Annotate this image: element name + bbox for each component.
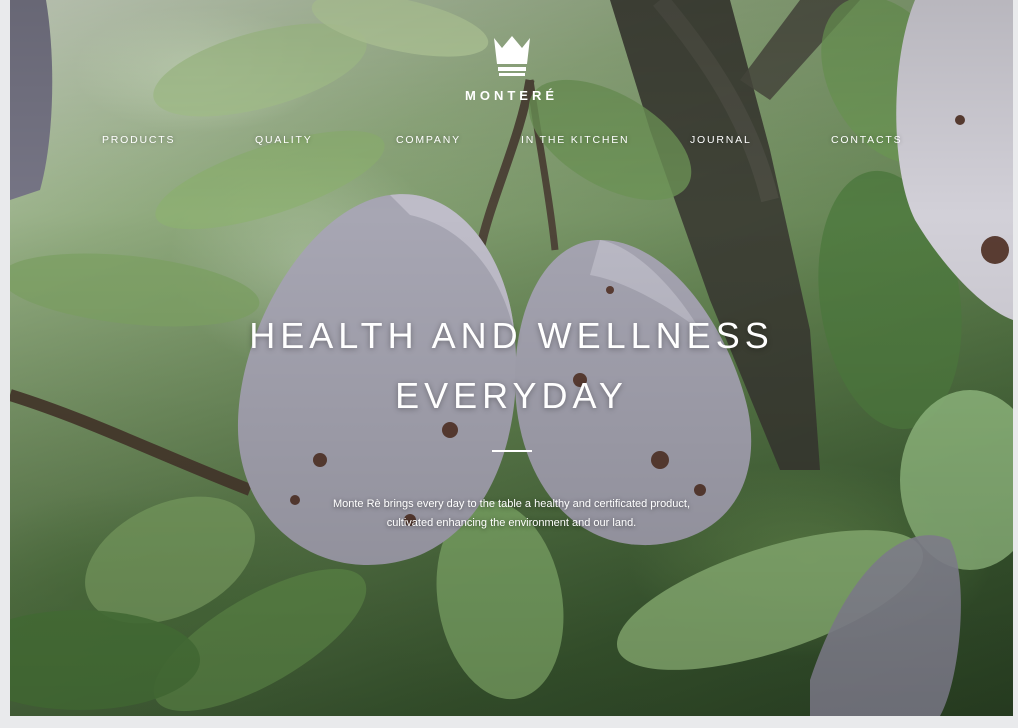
nav-item-company[interactable]: COMPANY <box>396 134 461 146</box>
nav-item-in-the-kitchen[interactable]: IN THE KITCHEN <box>521 134 629 146</box>
nav-item-products[interactable]: PRODUCTS <box>102 134 175 146</box>
nav-item-quality[interactable]: QUALITY <box>255 134 313 146</box>
main-nav: PRODUCTS QUALITY COMPANY IN THE KITCHEN … <box>102 134 910 148</box>
hero-subtitle-line-2: cultivated enhancing the environment and… <box>386 517 637 529</box>
hero-subtitle: Monte Rè brings every day to the table a… <box>10 495 1013 533</box>
brand-name: MONTERÉ <box>465 88 558 103</box>
hero-headline-line-2: EVERYDAY <box>395 375 628 416</box>
hero-headline: HEALTH AND WELLNESS EVERYDAY <box>10 306 1013 426</box>
crown-icon <box>493 36 530 76</box>
hero-section: MONTERÉ PRODUCTS QUALITY COMPANY IN THE … <box>10 0 1013 716</box>
nav-item-journal[interactable]: JOURNAL <box>690 134 752 146</box>
divider <box>492 450 532 452</box>
nav-item-contacts[interactable]: CONTACTS <box>831 134 902 146</box>
brand-logo[interactable]: MONTERÉ <box>10 34 1013 103</box>
hero-subtitle-line-1: Monte Rè brings every day to the table a… <box>332 498 691 510</box>
hero-headline-line-1: HEALTH AND WELLNESS <box>249 315 774 356</box>
